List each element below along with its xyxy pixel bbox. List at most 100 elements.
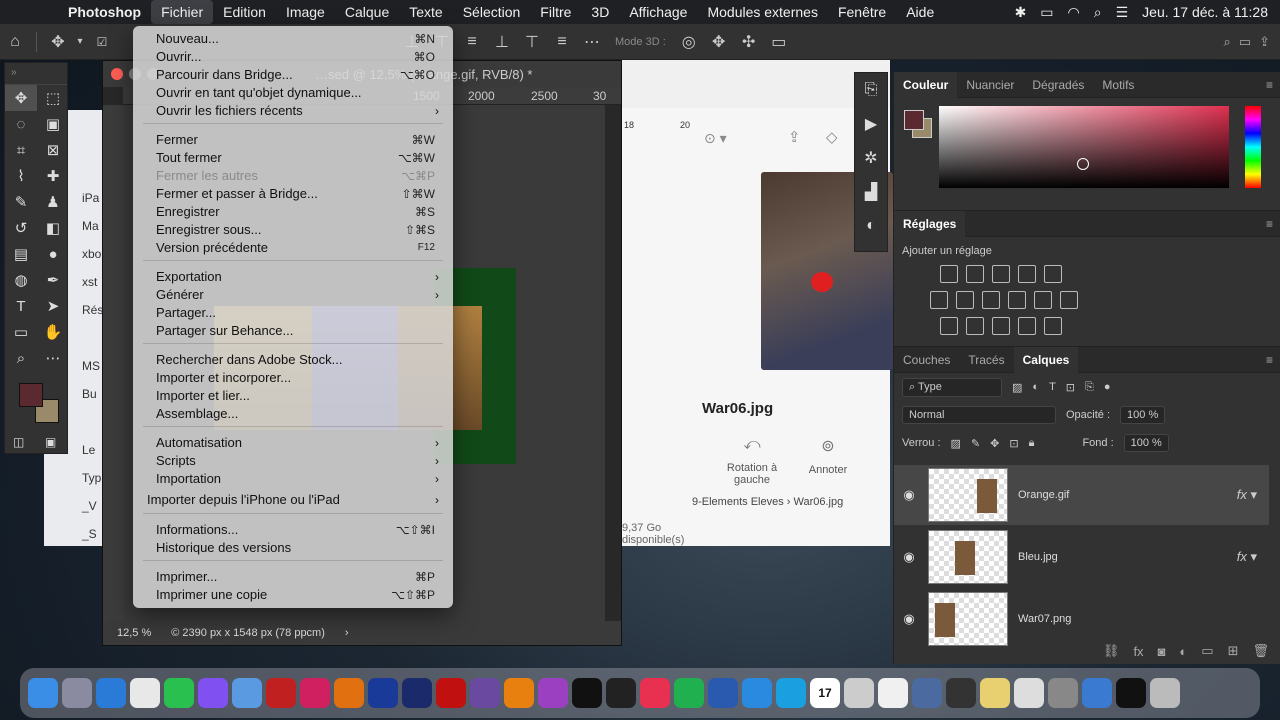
menu-item[interactable]: Tout fermer ⌥⌘W: [133, 149, 453, 167]
threshold-icon[interactable]: [992, 317, 1010, 335]
more-tools-icon[interactable]: ⋯: [37, 345, 69, 371]
camera-3d-icon[interactable]: ▭: [764, 32, 794, 52]
menu-edition[interactable]: Edition: [213, 0, 276, 24]
fx-icon[interactable]: fx ▾: [1237, 487, 1257, 503]
tab-nuancier[interactable]: Nuancier: [957, 72, 1023, 98]
menu-selection[interactable]: Sélection: [453, 0, 531, 24]
filter-shape-icon[interactable]: ⊡: [1066, 381, 1075, 394]
menu-item[interactable]: Scripts ›: [133, 452, 453, 470]
lock-position-icon[interactable]: ✥: [990, 437, 999, 450]
menu-item[interactable]: Ouvrir les fichiers récents ›: [133, 102, 453, 120]
quick-mask-icon[interactable]: ◫: [13, 435, 24, 449]
list-item[interactable]: _V: [44, 492, 104, 520]
tab-reglages[interactable]: Réglages: [894, 210, 966, 237]
path-select-icon[interactable]: ➤: [37, 293, 69, 319]
zoom-level[interactable]: 12,5 %: [117, 627, 151, 639]
control-center-icon[interactable]: ☰: [1116, 4, 1129, 21]
align-icon[interactable]: ⊤: [517, 32, 547, 52]
menu-item[interactable]: Enregistrer sous... ⇧⌘S: [133, 221, 453, 239]
tab-degrades[interactable]: Dégradés: [1023, 72, 1093, 98]
search-icon[interactable]: ⌕: [1094, 4, 1102, 21]
dock-app-calendar-icon[interactable]: 17: [810, 678, 840, 708]
dock-app-spotify-icon[interactable]: [674, 678, 704, 708]
dock-app-imovie-icon[interactable]: [470, 678, 500, 708]
rotate-left-button[interactable]: ⤺ Rotation à gauche: [712, 436, 792, 486]
add-mask-icon[interactable]: ◙: [1158, 644, 1166, 659]
dock-app-id-icon[interactable]: [300, 678, 330, 708]
workspace-icon[interactable]: ▭: [1239, 34, 1251, 50]
blur-tool-icon[interactable]: ●: [37, 241, 69, 267]
tab-couches[interactable]: Couches: [894, 347, 959, 373]
panel-menu-icon[interactable]: ≡: [1266, 78, 1280, 92]
dock-app-safari-icon[interactable]: [96, 678, 126, 708]
orbit-3d-icon[interactable]: ◎: [674, 32, 704, 52]
tab-couleur[interactable]: Couleur: [894, 71, 958, 98]
dock-app-messenger-icon[interactable]: [198, 678, 228, 708]
share-icon[interactable]: ⇪: [788, 128, 801, 146]
brush-tool-icon[interactable]: ✎: [5, 189, 37, 215]
eye-icon[interactable]: ◉: [894, 611, 924, 627]
new-layer-icon[interactable]: ⊞: [1228, 643, 1239, 659]
menu-aide[interactable]: Aide: [896, 0, 944, 24]
type-tool-icon[interactable]: T: [5, 293, 37, 319]
lasso-tool-icon[interactable]: ◌: [5, 111, 37, 137]
dock-app-launchpad-icon[interactable]: [62, 678, 92, 708]
color-picker-handle[interactable]: [1077, 158, 1089, 170]
annotate-button[interactable]: ⊚ Annoter: [788, 436, 868, 476]
filter-pixel-icon[interactable]: ▨: [1012, 381, 1022, 394]
dock-app-whatsapp-icon[interactable]: [164, 678, 194, 708]
dock-app-trash-icon[interactable]: [1150, 678, 1180, 708]
more-options-icon[interactable]: ⋯: [577, 32, 607, 52]
menu-affichage[interactable]: Affichage: [619, 0, 697, 24]
fx-icon[interactable]: fx: [1133, 644, 1143, 659]
menu-item[interactable]: Importation ›: [133, 470, 453, 488]
layer-filter-dropdown[interactable]: ⌕ Type: [902, 377, 1002, 397]
brush-settings-icon[interactable]: ✲: [855, 141, 887, 175]
eye-icon[interactable]: ◉: [894, 487, 924, 503]
menu-item[interactable]: Parcourir dans Bridge... ⌥⌘O: [133, 66, 453, 84]
dock-app-scripting-icon[interactable]: [1014, 678, 1044, 708]
close-icon[interactable]: [111, 68, 123, 80]
color-balance-icon[interactable]: [956, 291, 974, 309]
home-icon[interactable]: ⌂: [0, 33, 30, 51]
dock-app-ps-icon[interactable]: [368, 678, 398, 708]
dock-app-photos-icon[interactable]: [878, 678, 908, 708]
dock-app-disk-icon[interactable]: [946, 678, 976, 708]
stamp-tool-icon[interactable]: ♟: [37, 189, 69, 215]
gradient-tool-icon[interactable]: ▤: [5, 241, 37, 267]
menu-item[interactable]: Nouveau... ⌘N: [133, 30, 453, 48]
menu-app-name[interactable]: Photoshop: [58, 0, 151, 24]
dock-app-filezilla-icon[interactable]: [266, 678, 296, 708]
menu-item[interactable]: Importer depuis l'iPhone ou l'iPad ›: [133, 491, 453, 509]
menu-item[interactable]: Imprimer... ⌘P: [133, 568, 453, 586]
dock-app-archive-icon[interactable]: [912, 678, 942, 708]
panel-menu-icon[interactable]: ≡: [1266, 353, 1280, 367]
hue-slider[interactable]: [1245, 106, 1261, 188]
eraser-tool-icon[interactable]: ◧: [37, 215, 69, 241]
dock-app-podcasts-icon[interactable]: [538, 678, 568, 708]
photo-filter-icon[interactable]: [1008, 291, 1026, 309]
menu-item[interactable]: Automatisation ›: [133, 434, 453, 452]
dock-app-zoom-icon[interactable]: [742, 678, 772, 708]
frame-tool-icon[interactable]: ⊠: [37, 137, 69, 163]
menu-item[interactable]: Importer et incorporer...: [133, 369, 453, 387]
panel-menu-icon[interactable]: ≡: [1266, 217, 1280, 231]
color-field[interactable]: [939, 106, 1229, 188]
trash-icon[interactable]: 🗑︎: [1252, 643, 1269, 659]
dock-app-skype-icon[interactable]: [776, 678, 806, 708]
menu-item[interactable]: Générer ›: [133, 286, 453, 304]
posterize-icon[interactable]: [966, 317, 984, 335]
menu-calque[interactable]: Calque: [335, 0, 399, 24]
menu-3d[interactable]: 3D: [581, 0, 619, 24]
breadcrumb[interactable]: 9-Elements Eleves › War06.jpg: [692, 496, 843, 508]
properties-icon[interactable]: ◐: [855, 209, 887, 243]
crop-tool-icon[interactable]: ⌗: [5, 137, 37, 163]
blend-mode-dropdown[interactable]: Normal: [902, 406, 1056, 424]
menu-image[interactable]: Image: [276, 0, 335, 24]
filter-smart-icon[interactable]: ⎘: [1085, 381, 1094, 394]
menu-item[interactable]: Ouvrir... ⌘O: [133, 48, 453, 66]
dock-app-finder-icon[interactable]: [28, 678, 58, 708]
chevron-down-icon[interactable]: ▾: [73, 36, 87, 47]
menu-fenetre[interactable]: Fenêtre: [828, 0, 896, 24]
dock-app-soundtrack-icon[interactable]: [606, 678, 636, 708]
